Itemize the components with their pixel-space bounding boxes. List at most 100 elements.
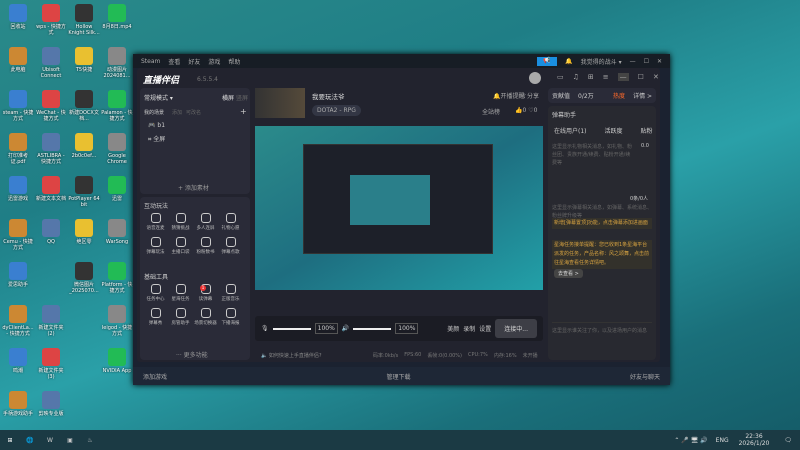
tool-button[interactable]: 房管助手 xyxy=(168,306,193,326)
desktop-icon[interactable]: 回收站 xyxy=(2,4,34,30)
scene-add-link[interactable]: 添加 xyxy=(172,109,182,116)
desktop-icon[interactable]: 迅雷游戏 xyxy=(2,176,34,202)
desktop-icon[interactable]: 迅雷 xyxy=(101,176,133,202)
desktop-icon[interactable]: Ubisoft Connect xyxy=(35,47,67,79)
desktop-icon[interactable]: dyClientLa... - 快捷方式 xyxy=(2,305,34,337)
desktop-icon[interactable]: 新建文件夹 (3) xyxy=(35,348,67,380)
plugin-icon[interactable]: ⊞ xyxy=(588,73,594,81)
tool-button[interactable]: 粉粉数书 xyxy=(193,235,218,255)
desktop-icon[interactable]: 爱思助手 xyxy=(2,262,34,288)
tool-button[interactable]: 下播海报 xyxy=(218,306,243,326)
speaker-volume-value[interactable]: 100% xyxy=(395,323,419,334)
steam-menu-games[interactable]: 游戏 xyxy=(208,57,220,66)
taskbar-steam[interactable]: ♨ xyxy=(80,437,100,444)
fan-rank-button[interactable]: 全站榜 xyxy=(482,107,500,116)
friends-chat-button[interactable]: 好友与聊天 xyxy=(630,372,660,381)
desktop-icon[interactable]: 新建文本文档 xyxy=(35,176,67,202)
mic-volume-value[interactable]: 100% xyxy=(314,323,338,334)
start-button[interactable]: ⊞ xyxy=(0,437,20,444)
help-link[interactable]: 🔈 如何快速上手直播伴侣? xyxy=(261,352,321,359)
mic-volume-slider[interactable] xyxy=(272,327,311,330)
desktop-icon[interactable]: T5快捷 xyxy=(68,47,100,73)
desktop-icon[interactable]: Google Chrome xyxy=(101,133,133,165)
tool-button[interactable]: 弹幕点歌 xyxy=(218,235,243,255)
mode-dropdown[interactable]: 常规模式 ▾ xyxy=(144,93,173,102)
close-button[interactable]: ✕ xyxy=(657,58,662,65)
beauty-button[interactable]: 美颜 xyxy=(447,324,459,333)
tray-icons[interactable]: ⌃ 🎤 🖥 🔊 xyxy=(674,437,707,444)
tool-button[interactable]: 主播口袋 xyxy=(168,235,193,255)
desktop-icon[interactable]: 8月8日.mp4 xyxy=(101,4,133,30)
desktop-icon[interactable]: wps - 快捷方式 xyxy=(35,4,67,36)
speaker-icon[interactable]: 🔊 xyxy=(342,325,349,332)
tool-button[interactable]: 正版音乐 xyxy=(218,282,243,302)
desktop-icon[interactable]: 鸣潮 xyxy=(2,348,34,374)
go-view-button[interactable]: 去查看 > xyxy=(554,269,583,278)
avatar[interactable] xyxy=(529,72,541,84)
app-minimize-button[interactable]: — xyxy=(617,73,629,81)
minimize-button[interactable]: — xyxy=(630,58,636,65)
desktop-icon[interactable]: 此电脑 xyxy=(2,47,34,73)
desktop-icon[interactable]: Cemu - 快捷方式 xyxy=(2,219,34,251)
app-close-button[interactable]: ✕ xyxy=(653,73,659,81)
desktop-icon[interactable]: 绝区零 xyxy=(68,219,100,245)
taskbar-wps[interactable]: W xyxy=(40,437,60,444)
desktop-icon[interactable]: PotPlayer 64 bit xyxy=(68,176,100,208)
bell-icon[interactable]: 🔔 xyxy=(565,58,572,65)
steam-menu-help[interactable]: 帮助 xyxy=(228,57,240,66)
menu-icon[interactable]: ≡ xyxy=(603,73,609,81)
tool-button[interactable]: 猜猜挑战 xyxy=(168,211,193,231)
desktop-icon[interactable]: QQ xyxy=(35,219,67,245)
desktop-icon[interactable]: WarSong xyxy=(101,219,133,245)
desktop-icon[interactable]: 剪映专业版 xyxy=(35,391,67,417)
app-maximize-button[interactable]: ☐ xyxy=(638,73,644,81)
desktop-icon[interactable]: 手柄游戏助手 xyxy=(2,391,34,417)
desktop-icon[interactable]: 微信图片_2025070... xyxy=(68,262,100,294)
tool-button[interactable]: 多人连屏 xyxy=(193,211,218,231)
scene-rename-link[interactable]: 可改名 xyxy=(186,109,201,116)
landscape-toggle[interactable]: 横屏 xyxy=(222,93,234,102)
more-functions-button[interactable]: ··· 更多功能 xyxy=(176,350,208,359)
tab-fans[interactable]: 贴粉 xyxy=(641,126,653,135)
steam-menu-view[interactable]: 查看 xyxy=(168,57,180,66)
desktop-icon[interactable]: Palamon - 快捷方式 xyxy=(101,90,133,122)
speaker-volume-slider[interactable] xyxy=(353,327,392,330)
tool-button[interactable]: 礼物心愿 xyxy=(218,211,243,231)
maximize-button[interactable]: ☐ xyxy=(644,58,649,65)
desktop-icon[interactable]: 新建文件夹 (2) xyxy=(35,305,67,337)
desktop-icon[interactable]: Platform - 快捷方式 xyxy=(101,262,133,294)
add-game-button[interactable]: 添加游戏 xyxy=(143,372,167,381)
announce-button[interactable]: 📢 xyxy=(537,56,558,66)
settings-button[interactable]: 设置 xyxy=(479,324,491,333)
source-item[interactable]: ⌗ 全屏 xyxy=(148,134,165,144)
chat-icon[interactable]: ▭ xyxy=(557,73,564,81)
steam-menu-steam[interactable]: Steam xyxy=(141,58,160,65)
tool-button[interactable]: 任务中心 xyxy=(143,282,168,302)
add-source-button[interactable]: + 添加素材 xyxy=(178,183,209,192)
mic-icon[interactable]: 🎙 xyxy=(261,325,269,332)
desktop-icon[interactable]: leigod - 快捷方式 xyxy=(101,305,133,337)
detail-link[interactable]: 详情 > xyxy=(633,91,652,100)
stream-cover[interactable] xyxy=(255,88,305,118)
headset-icon[interactable]: ♫ xyxy=(573,73,579,81)
preview-canvas[interactable] xyxy=(255,126,543,290)
language-indicator[interactable]: ENG xyxy=(716,437,729,444)
clock[interactable]: 22:36 2026/1/20 xyxy=(739,433,770,447)
steam-user-menu[interactable]: 我觉得的战斗 ▾ xyxy=(581,57,622,66)
taskbar-chrome[interactable]: 🌐 xyxy=(20,437,40,444)
tab-online-users[interactable]: 在线用户(1) xyxy=(554,126,587,135)
desktop-icon[interactable]: 打印准考证.pdf xyxy=(2,133,34,165)
tool-button[interactable]: 星海任务 xyxy=(168,282,193,302)
desktop-icon[interactable]: 2b0c0ef... xyxy=(68,133,100,159)
desktop-icon[interactable]: ASTLIBRA - 快捷方式 xyxy=(35,133,67,165)
desktop-icon[interactable]: 新建DOCX文档... xyxy=(68,90,100,122)
share-button[interactable]: ⇪分享 xyxy=(522,91,539,100)
tool-button[interactable]: 弹幕秀 xyxy=(143,306,168,326)
desktop-icon[interactable]: NVIDIA App xyxy=(101,348,133,374)
source-item[interactable]: 🎮 b1 xyxy=(148,122,165,129)
connect-button[interactable]: 连接中... xyxy=(495,319,537,338)
tool-button[interactable]: 语音连麦 xyxy=(143,211,168,231)
desktop-icon[interactable]: steam - 快捷方式 xyxy=(2,90,34,122)
record-button[interactable]: 录制 xyxy=(463,324,475,333)
tab-activity[interactable]: 活跃度 xyxy=(605,126,623,135)
